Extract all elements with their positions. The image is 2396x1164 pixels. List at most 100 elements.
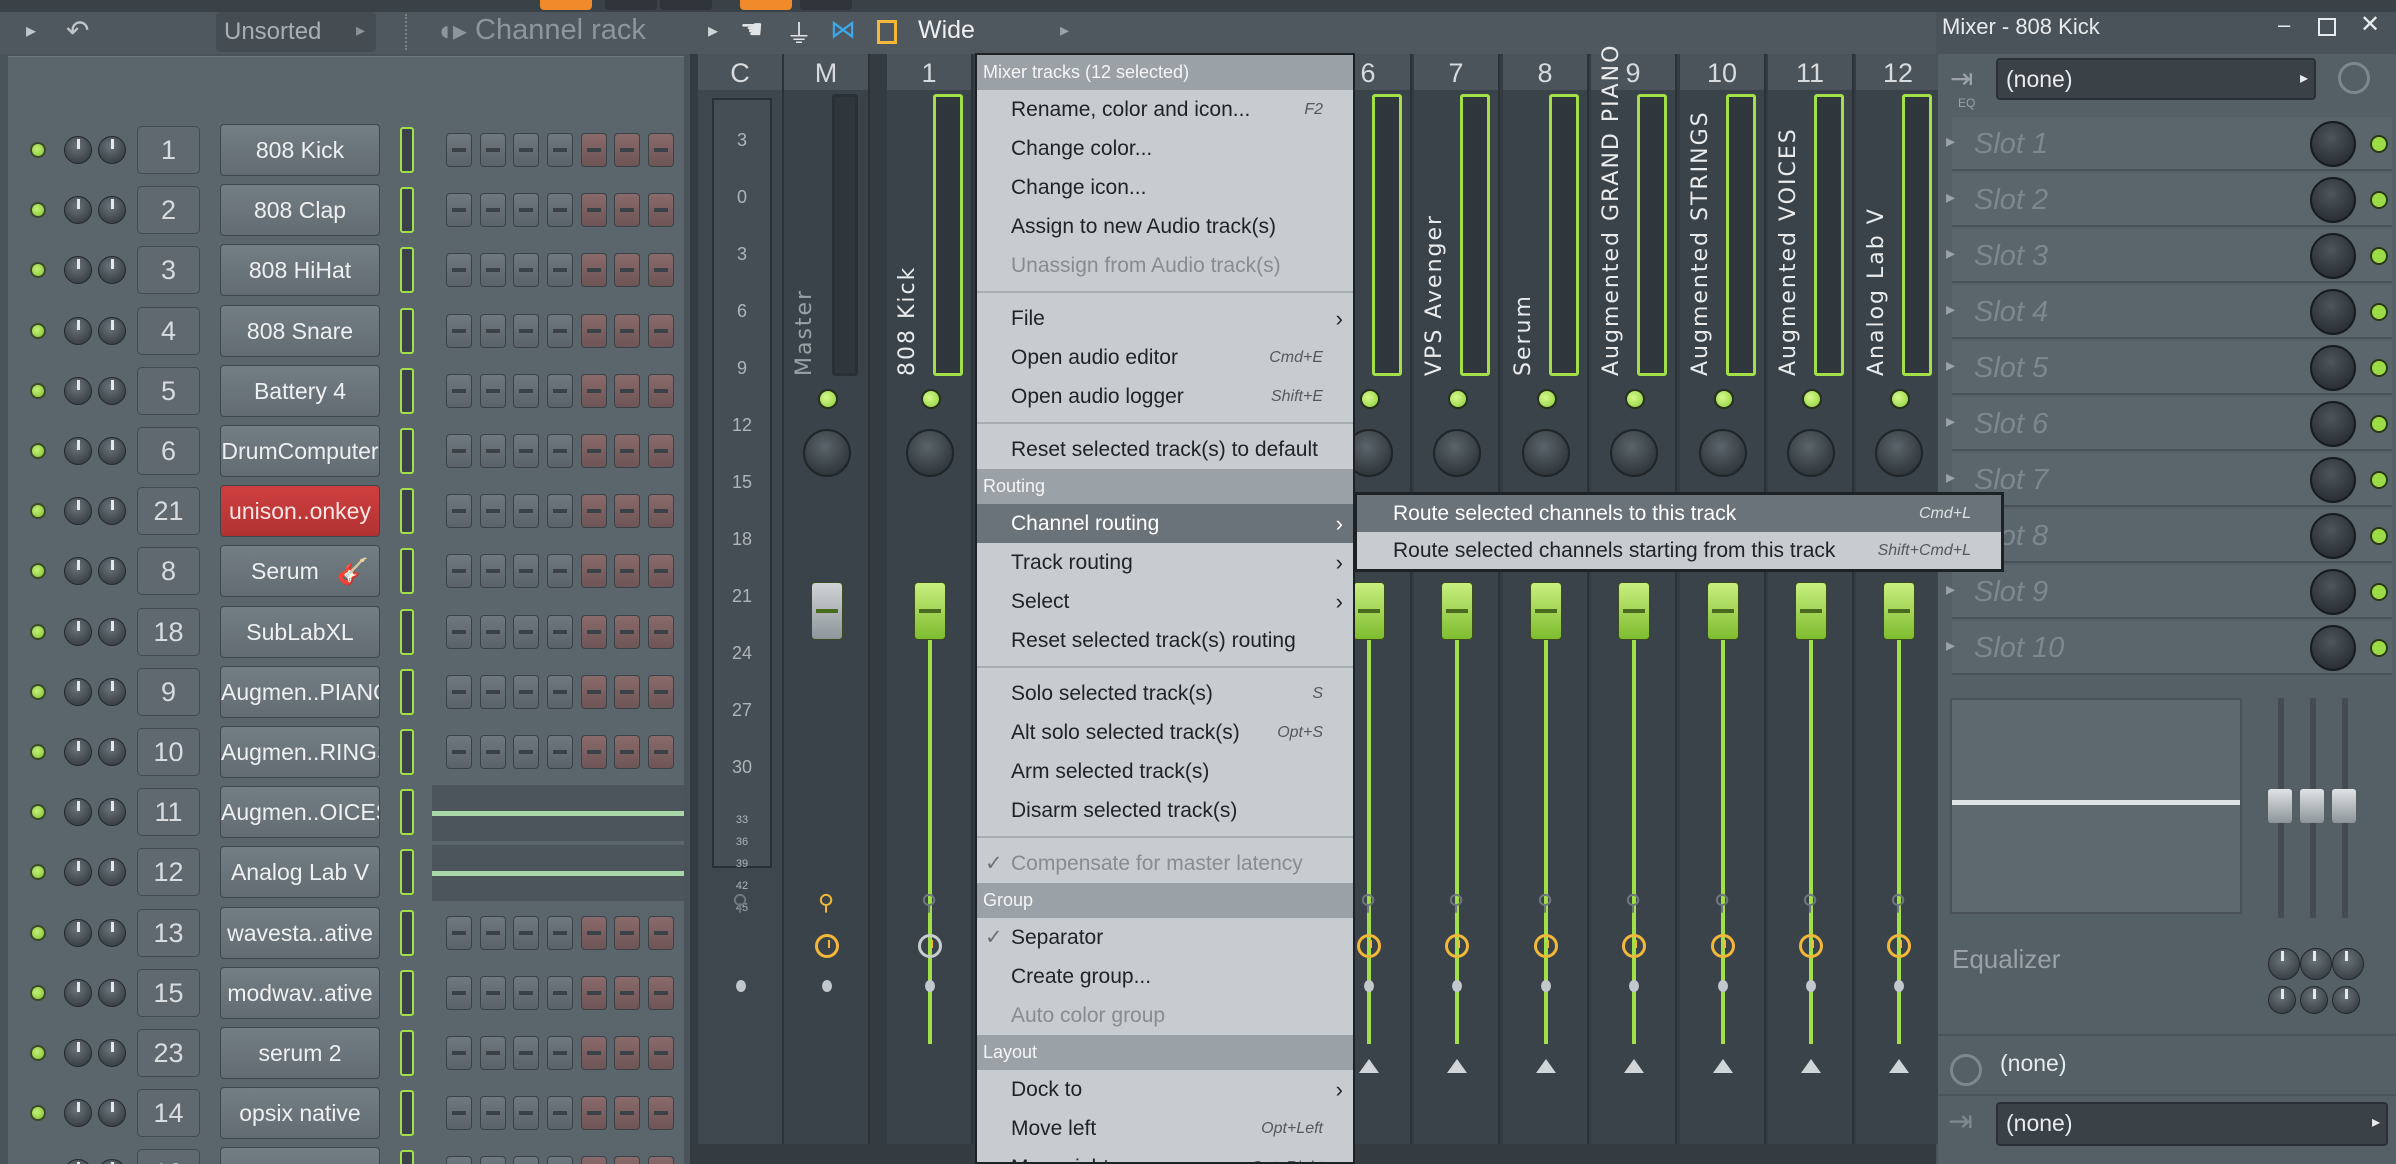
pan-knob[interactable]: [1875, 429, 1923, 477]
slot-enable-led[interactable]: [2370, 639, 2388, 657]
toolbar-button[interactable]: [740, 0, 792, 10]
mixer-track-number[interactable]: 14: [137, 1089, 200, 1138]
step-button[interactable]: [513, 373, 539, 408]
channel-select-bar[interactable]: [400, 488, 414, 535]
step-button[interactable]: [480, 313, 506, 348]
latency-clock-icon[interactable]: [1357, 934, 1381, 958]
route-dot[interactable]: [1452, 980, 1462, 992]
step-button[interactable]: [581, 193, 607, 228]
channel-name-button[interactable]: Chromaphone 3: [220, 1147, 380, 1164]
slot-enable-led[interactable]: [2370, 247, 2388, 265]
toolbar-button[interactable]: [800, 0, 852, 10]
step-button[interactable]: [480, 915, 506, 950]
pin-icon[interactable]: ⏚: [786, 14, 812, 51]
eq-gain-knob[interactable]: [2268, 948, 2300, 980]
channel-enable-led[interactable]: [30, 503, 46, 520]
mixer-track-number[interactable]: 21: [137, 487, 200, 536]
submenu-item[interactable]: Route selected channels starting from th…: [1357, 532, 2001, 569]
hand-icon[interactable]: ☚: [740, 14, 763, 45]
step-button[interactable]: [480, 975, 506, 1010]
effect-slot[interactable]: ▸ Slot 10: [1946, 621, 2392, 675]
mixer-strip[interactable]: M Master ⚲: [784, 54, 870, 1144]
step-button[interactable]: [547, 1156, 573, 1164]
step-button[interactable]: [614, 313, 640, 348]
menu-item-alt-solo-selected-track-s[interactable]: Alt solo selected track(s) Opt+S: [977, 713, 1353, 752]
latency-clock-icon[interactable]: [815, 934, 839, 958]
step-button[interactable]: [581, 434, 607, 468]
volume-knob[interactable]: [64, 677, 92, 706]
channel-enable-led[interactable]: [30, 924, 46, 941]
step-button[interactable]: [614, 674, 640, 709]
volume-knob[interactable]: [64, 1159, 92, 1164]
mixer-track-number[interactable]: 2: [137, 186, 200, 235]
channel-name-button[interactable]: SubLabXL: [220, 605, 380, 658]
step-button[interactable]: [446, 915, 472, 950]
step-button[interactable]: [480, 614, 506, 649]
view-arrow-icon[interactable]: ▸: [1060, 20, 1069, 41]
latency-clock-icon[interactable]: [918, 934, 942, 958]
channel-select-bar[interactable]: [400, 789, 414, 836]
step-button[interactable]: [446, 313, 472, 348]
step-button[interactable]: [446, 735, 472, 769]
menu-item-select[interactable]: Select ›: [977, 582, 1353, 621]
channel-name-button[interactable]: 808 Clap: [220, 184, 380, 237]
slot-enable-led[interactable]: [2370, 471, 2388, 489]
clock-icon[interactable]: [2338, 62, 2370, 94]
record-arm-icon[interactable]: ⚲: [1448, 890, 1464, 916]
channel-select-bar[interactable]: [400, 1030, 414, 1076]
step-button[interactable]: [446, 1036, 472, 1070]
step-button[interactable]: [547, 133, 573, 167]
volume-knob[interactable]: [64, 1099, 92, 1128]
step-button[interactable]: [648, 494, 674, 529]
latency-clock-icon[interactable]: [1445, 934, 1469, 958]
step-button[interactable]: [614, 554, 640, 589]
mixer-strip[interactable]: 7 VPS Avenger ⚲: [1414, 54, 1500, 1144]
channel-select-bar[interactable]: [400, 608, 414, 655]
effect-slot[interactable]: ▸ Slot 4: [1946, 285, 2392, 339]
step-button[interactable]: [480, 554, 506, 589]
channel-select-bar[interactable]: [400, 668, 414, 715]
step-button[interactable]: [614, 614, 640, 649]
step-button[interactable]: [513, 253, 539, 288]
latency-clock-icon[interactable]: [1711, 934, 1735, 958]
route-dot[interactable]: [1806, 980, 1816, 992]
channel-name-button[interactable]: unison..onkey: [220, 485, 380, 538]
step-button[interactable]: [547, 735, 573, 769]
channel-name-button[interactable]: Battery 4: [220, 364, 380, 417]
channel-name-button[interactable]: Augmen..OICES: [220, 786, 380, 839]
step-button[interactable]: [547, 975, 573, 1010]
effect-slot[interactable]: ▸ Slot 5: [1946, 341, 2392, 395]
strip-enable-led[interactable]: [1448, 389, 1468, 409]
layout-icon[interactable]: [877, 20, 897, 44]
step-button[interactable]: [648, 674, 674, 709]
send-arrow-icon[interactable]: [1801, 1059, 1821, 1073]
step-button[interactable]: [513, 133, 539, 167]
step-button[interactable]: [614, 975, 640, 1010]
pan-knob[interactable]: [906, 429, 954, 477]
step-button[interactable]: [547, 554, 573, 589]
channel-name-button[interactable]: opsix native: [220, 1087, 380, 1140]
channel-enable-led[interactable]: [30, 1045, 46, 1061]
channel-enable-led[interactable]: [30, 382, 46, 399]
menu-item-reset-selected-track-s-to-default[interactable]: Reset selected track(s) to default: [977, 430, 1353, 469]
step-button[interactable]: [547, 1036, 573, 1070]
slot-mix-knob[interactable]: [2310, 233, 2356, 279]
effect-slot[interactable]: ▸ Slot 7: [1946, 453, 2392, 507]
step-button[interactable]: [480, 133, 506, 167]
input-dropdown[interactable]: (none) ▸: [1996, 58, 2316, 100]
pan-knob[interactable]: [1610, 429, 1658, 477]
slot-enable-led[interactable]: [2370, 135, 2388, 153]
latency-clock-icon[interactable]: [1622, 934, 1646, 958]
volume-knob[interactable]: [64, 376, 92, 405]
step-button[interactable]: [547, 915, 573, 950]
pan-knob[interactable]: [98, 858, 126, 887]
step-button[interactable]: [581, 975, 607, 1010]
input-icon[interactable]: ⇥: [1950, 62, 1973, 95]
volume-knob[interactable]: [64, 617, 92, 646]
channel-select-bar[interactable]: [400, 367, 414, 414]
step-button[interactable]: [648, 1156, 674, 1164]
close-icon[interactable]: ✕: [2360, 10, 2380, 39]
channel-name-button[interactable]: 808 Kick: [220, 124, 380, 176]
route-dot[interactable]: [736, 980, 746, 992]
channel-name-button[interactable]: Augmen..RINGS: [220, 726, 380, 778]
